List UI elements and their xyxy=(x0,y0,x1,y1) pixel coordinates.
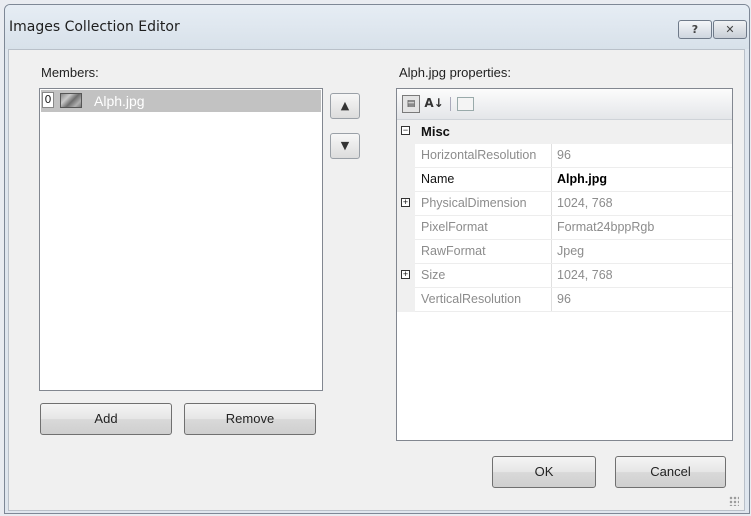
property-grid-toolbar: ▤ A↓ xyxy=(397,89,732,120)
property-pages-icon[interactable] xyxy=(457,97,474,111)
property-value: 1024, 768 xyxy=(557,268,613,282)
resize-grip-icon[interactable] xyxy=(729,496,739,506)
toolbar-separator xyxy=(450,97,451,111)
property-name: Size xyxy=(421,268,446,282)
ok-button[interactable]: OK xyxy=(492,456,596,488)
property-row-pixelformat[interactable]: PixelFormat Format24bppRgb xyxy=(397,216,732,240)
property-value: 96 xyxy=(557,292,571,306)
move-down-button[interactable]: ▼ xyxy=(330,133,360,159)
property-name: HorizontalResolution xyxy=(421,148,537,162)
dialog-client-area: Members: 0 Alph.jpg ▲ ▼ Add Remove Alph.… xyxy=(8,49,745,511)
property-name: Name xyxy=(421,172,455,186)
column-divider xyxy=(551,144,552,168)
property-grid[interactable]: ▤ A↓ − Misc HorizontalResolution 96 Name… xyxy=(396,88,733,441)
column-divider xyxy=(551,264,552,288)
property-row-horizontalresolution[interactable]: HorizontalResolution 96 xyxy=(397,144,732,168)
properties-label: Alph.jpg properties: xyxy=(399,65,512,80)
remove-button[interactable]: Remove xyxy=(184,403,316,435)
property-value: 96 xyxy=(557,148,571,162)
cancel-button[interactable]: Cancel xyxy=(615,456,726,488)
list-item[interactable]: 0 Alph.jpg xyxy=(41,90,321,112)
column-divider xyxy=(551,216,552,240)
column-divider xyxy=(551,168,552,192)
item-name: Alph.jpg xyxy=(94,93,145,109)
property-name: VerticalResolution xyxy=(421,292,522,306)
property-value[interactable]: Alph.jpg xyxy=(557,172,607,186)
row-gutter xyxy=(397,240,415,264)
row-gutter xyxy=(397,168,415,192)
move-up-button[interactable]: ▲ xyxy=(330,93,360,119)
members-label: Members: xyxy=(41,65,99,80)
alphabetical-icon[interactable]: A↓ xyxy=(424,95,444,113)
row-gutter xyxy=(397,216,415,240)
property-name: PhysicalDimension xyxy=(421,196,527,210)
category-row-misc[interactable]: − Misc xyxy=(397,120,732,144)
members-listbox[interactable]: 0 Alph.jpg xyxy=(39,88,323,391)
window-title: Images Collection Editor xyxy=(9,19,180,35)
property-value: Jpeg xyxy=(557,244,585,258)
row-divider xyxy=(415,311,732,312)
column-divider xyxy=(551,240,552,264)
category-name: Misc xyxy=(421,124,450,139)
title-bar[interactable]: Images Collection Editor ? ✕ xyxy=(5,5,749,49)
property-value: 1024, 768 xyxy=(557,196,613,210)
property-value: Format24bppRgb xyxy=(557,220,655,234)
property-row-verticalresolution[interactable]: VerticalResolution 96 xyxy=(397,288,732,312)
property-row-rawformat[interactable]: RawFormat Jpeg xyxy=(397,240,732,264)
collapse-icon[interactable]: − xyxy=(401,126,410,135)
property-row-physicaldimension[interactable]: + PhysicalDimension 1024, 768 xyxy=(397,192,732,216)
close-button[interactable]: ✕ xyxy=(713,20,747,39)
help-button[interactable]: ? xyxy=(678,20,712,39)
column-divider xyxy=(551,192,552,216)
property-name: PixelFormat xyxy=(421,220,488,234)
column-divider xyxy=(551,288,552,312)
property-row-name[interactable]: Name Alph.jpg xyxy=(397,168,732,192)
property-name: RawFormat xyxy=(421,244,486,258)
image-thumbnail-icon xyxy=(60,93,82,108)
row-gutter xyxy=(397,288,415,312)
expand-icon[interactable]: + xyxy=(401,270,410,279)
images-collection-editor-dialog: Images Collection Editor ? ✕ Members: 0 … xyxy=(4,4,750,514)
item-index: 0 xyxy=(42,92,54,108)
categorized-icon[interactable]: ▤ xyxy=(402,95,420,113)
row-gutter xyxy=(397,144,415,168)
add-button[interactable]: Add xyxy=(40,403,172,435)
expand-icon[interactable]: + xyxy=(401,198,410,207)
property-row-size[interactable]: + Size 1024, 768 xyxy=(397,264,732,288)
